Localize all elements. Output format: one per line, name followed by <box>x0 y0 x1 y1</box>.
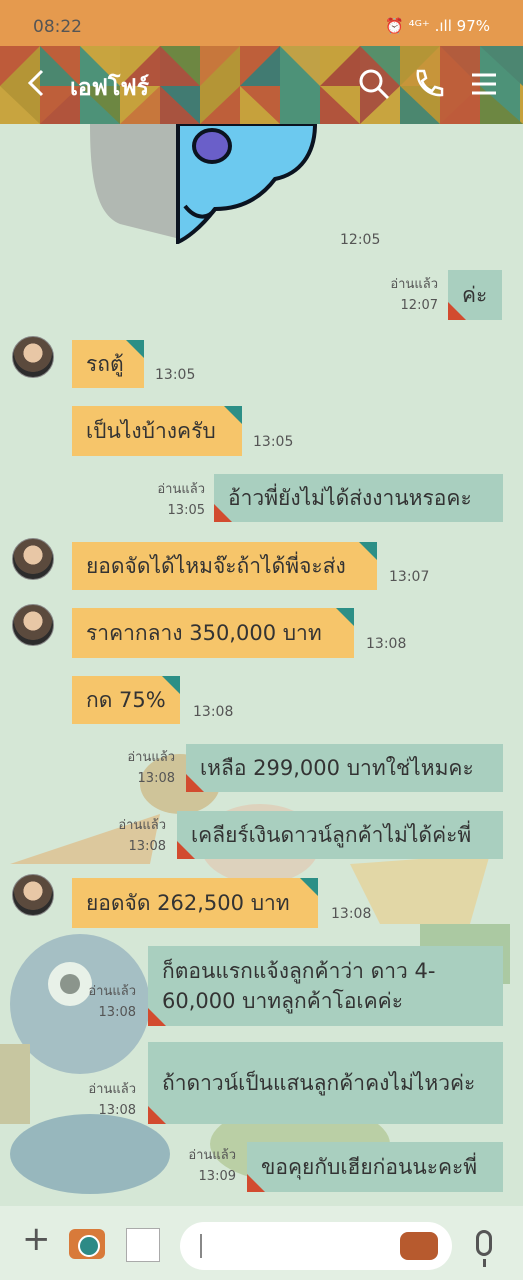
read-receipt: อ่านแล้ว 13:08 <box>88 1082 136 1118</box>
message-bubble-incoming[interactable]: ยอดจัด 262,500 บาท <box>72 878 318 928</box>
message-bubble-incoming[interactable]: รถตู้ <box>72 340 144 388</box>
message-input[interactable] <box>180 1222 452 1270</box>
message-bubble-incoming[interactable]: เป็นไงบ้างครับ <box>72 406 242 456</box>
message-time: 13:08 <box>366 636 407 652</box>
sticker-icon[interactable] <box>400 1232 438 1260</box>
message-time: 12:05 <box>340 232 381 248</box>
read-receipt: อ่านแล้ว 13:08 <box>88 984 136 1020</box>
message-bubble-incoming[interactable]: กด 75% <box>72 676 180 724</box>
message-bubble-incoming[interactable]: ราคากลาง 350,000 บาท <box>72 608 354 658</box>
read-receipt: อ่านแล้ว 13:08 <box>118 818 166 854</box>
status-time: 08:22 <box>33 17 82 37</box>
chat-title[interactable]: เอฟโฟร์ <box>70 70 149 106</box>
message-bubble-outgoing[interactable]: ขอคุยกับเฮียก่อนนะคะพี่ <box>247 1142 503 1192</box>
camera-icon[interactable] <box>69 1229 105 1259</box>
menu-icon[interactable] <box>468 66 504 102</box>
avatar[interactable] <box>12 336 54 378</box>
read-receipt: อ่านแล้ว 13:08 <box>127 750 175 786</box>
message-bubble-outgoing[interactable]: ค่ะ <box>448 270 502 320</box>
plus-icon[interactable]: + <box>22 1222 51 1256</box>
back-arrow-icon[interactable] <box>26 68 46 104</box>
message-time: 13:08 <box>193 704 234 720</box>
read-receipt: อ่านแล้ว 13:05 <box>157 482 205 518</box>
phone-icon[interactable] <box>410 66 446 102</box>
message-bubble-outgoing[interactable]: เคลียร์เงินดาวน์ลูกค้าไม่ได้ค่ะพี่ <box>177 811 503 859</box>
message-time: 13:05 <box>155 367 196 383</box>
message-time: 13:07 <box>389 569 430 585</box>
message-input-bar: + <box>0 1206 523 1280</box>
avatar[interactable] <box>12 604 54 646</box>
avatar[interactable] <box>12 538 54 580</box>
read-receipt: อ่านแล้ว 13:09 <box>188 1148 236 1184</box>
message-bubble-outgoing[interactable]: เหลือ 299,000 บาทใช่ไหมคะ <box>186 744 503 792</box>
message-bubble-outgoing[interactable]: ถ้าดาวน์เป็นแสนลูกค้าคงไม่ไหวค่ะ <box>148 1042 503 1124</box>
avatar[interactable] <box>12 874 54 916</box>
read-receipt: อ่านแล้ว 12:07 <box>390 277 438 313</box>
chat-area[interactable]: 12:05 อ่านแล้ว 12:07 ค่ะ รถตู้ 13:05 เป็… <box>0 124 523 1206</box>
message-time: 13:05 <box>253 434 294 450</box>
chat-header: เอฟโฟร์ <box>0 46 523 124</box>
search-icon[interactable] <box>356 66 392 102</box>
message-bubble-outgoing[interactable]: ก็ตอนแรกแจ้งลูกค้าว่า ดาว 4-60,000 บาทลู… <box>148 946 503 1026</box>
status-indicators: ⏰ ⁴ᴳ⁺ .ıll 97% <box>385 17 490 35</box>
mic-icon[interactable] <box>476 1230 492 1267</box>
message-time: 13:08 <box>331 906 372 922</box>
status-bar: 08:22 ⏰ ⁴ᴳ⁺ .ıll 97% <box>0 0 523 50</box>
message-bubble-incoming[interactable]: ยอดจัดได้ไหมจ๊ะถ้าได้พี่จะส่ง <box>72 542 377 590</box>
message-bubble-outgoing[interactable]: อ้าวพี่ยังไม่ได้ส่งงานหรอคะ <box>214 474 503 522</box>
sticker-image[interactable] <box>90 124 330 244</box>
gallery-icon[interactable] <box>126 1228 160 1262</box>
